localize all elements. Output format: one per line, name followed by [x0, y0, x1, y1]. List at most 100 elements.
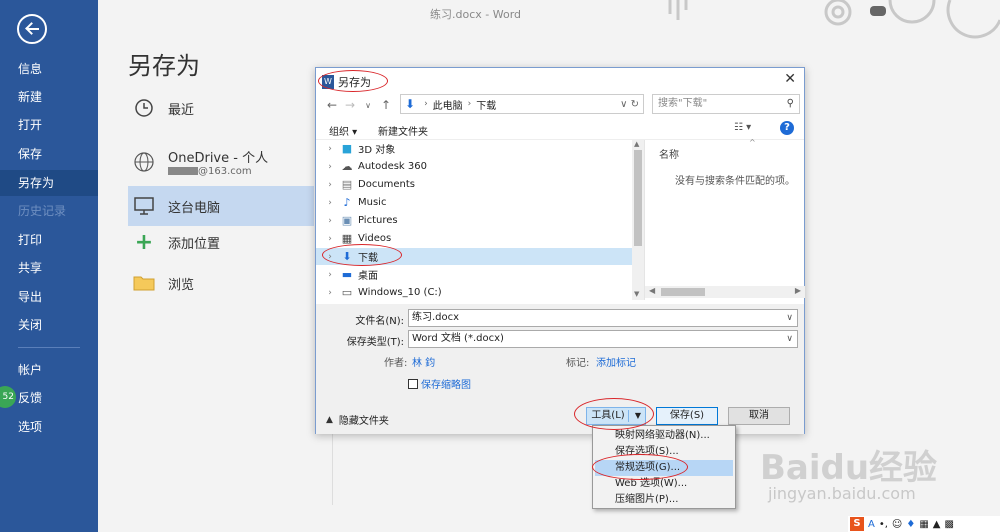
microphone-icon[interactable]: ♦ — [906, 519, 915, 530]
drive-icon: ▭ — [341, 286, 353, 299]
folder-tree: › ■ 3D 对象 › ☁ Autodesk 360 › ▤ Documents… — [316, 140, 644, 300]
sogou-icon[interactable]: S — [850, 517, 864, 531]
nav-item-share[interactable]: 共享 — [0, 255, 98, 281]
chevron-right-icon: › — [424, 99, 428, 109]
scroll-up-icon[interactable]: ▲ — [634, 140, 639, 148]
author-label: 作者: — [384, 358, 408, 369]
help-icon[interactable]: ? — [780, 121, 794, 135]
organize-button[interactable]: 组织 ▾ — [329, 123, 357, 138]
menu-item-compress-pictures[interactable]: 压缩图片(P)... — [595, 492, 733, 508]
nav-item-export[interactable]: 导出 — [0, 284, 98, 310]
nav-item-save-as[interactable]: 另存为 — [0, 170, 98, 196]
cancel-button[interactable]: 取消 — [728, 407, 790, 425]
baidu-watermark: Baidu经验 — [760, 448, 938, 488]
tree-item-3d-objects[interactable]: › ■ 3D 对象 — [316, 140, 632, 157]
forward-icon[interactable]: → — [342, 98, 358, 112]
filetype-value: Word 文档 (*.docx) — [412, 333, 504, 344]
menu-item-web-options[interactable]: Web 选项(W)... — [595, 476, 733, 492]
place-onedrive[interactable]: OneDrive - 个人 @163.com — [130, 142, 310, 182]
nav-item-info[interactable]: 信息 — [0, 56, 98, 82]
scrollbar-thumb[interactable] — [634, 150, 642, 246]
expand-icon[interactable]: › — [316, 288, 336, 298]
horizontal-scrollbar[interactable]: ◀ ▶ — [645, 286, 805, 298]
nav-item-close[interactable]: 关闭 — [0, 312, 98, 338]
watermark-url: jingyan.baidu.com — [768, 484, 916, 503]
expand-icon[interactable]: › — [316, 180, 336, 190]
place-recent[interactable]: 最近 — [130, 88, 310, 128]
up-icon[interactable]: ↑ — [378, 98, 394, 112]
tree-item-music[interactable]: › ♪ Music — [316, 194, 632, 211]
column-header-name[interactable]: 名称 — [659, 146, 679, 161]
search-input[interactable]: 搜索"下载" ⚲ — [652, 94, 800, 114]
tree-item-label: Windows_10 (C:) — [358, 287, 442, 298]
tree-item-drive-c[interactable]: › ▭ Windows_10 (C:) — [316, 284, 632, 301]
computer-icon — [130, 192, 158, 220]
place-browse[interactable]: 浏览 — [130, 263, 310, 303]
expand-icon[interactable]: › — [316, 234, 336, 244]
menu-item-map-drive[interactable]: 映射网络驱动器(N)... — [595, 428, 733, 444]
back-icon[interactable]: ← — [324, 98, 340, 112]
scroll-left-icon[interactable]: ◀ — [649, 286, 655, 295]
expand-icon[interactable]: › — [316, 162, 336, 172]
annotation-circle — [592, 454, 688, 480]
tree-item-documents[interactable]: › ▤ Documents — [316, 176, 632, 193]
tree-item-label: Autodesk 360 — [358, 161, 427, 172]
nav-divider — [18, 347, 80, 348]
expand-icon[interactable]: › — [316, 198, 336, 208]
music-icon: ♪ — [343, 196, 351, 209]
place-add-location[interactable]: + 添加位置 — [130, 222, 310, 262]
back-arrow-icon[interactable] — [17, 14, 47, 44]
window-title: 练习.docx - Word — [430, 8, 522, 21]
scroll-down-icon[interactable]: ▼ — [634, 290, 639, 298]
folder-icon — [130, 269, 158, 297]
refresh-icon[interactable]: ∨ ↻ — [620, 99, 639, 110]
breadcrumb-root[interactable]: 此电脑 — [433, 97, 463, 112]
new-folder-button[interactable]: 新建文件夹 — [378, 123, 428, 138]
punctuation-icon[interactable]: •, — [879, 519, 888, 530]
skin-icon[interactable]: ▲ — [933, 519, 941, 530]
author-value[interactable]: 林 鈞 — [412, 354, 435, 369]
expand-icon[interactable]: › — [316, 270, 336, 280]
place-this-pc[interactable]: 这台电脑 — [128, 186, 314, 226]
tree-item-label: Documents — [358, 179, 416, 190]
view-options-icon[interactable]: ☷ ▾ — [734, 122, 751, 133]
onedrive-email: @163.com — [168, 166, 268, 177]
save-thumbnail-option[interactable]: 保存缩略图 — [408, 376, 471, 391]
breadcrumb-current[interactable]: 下载 — [476, 97, 496, 112]
chevron-down-icon[interactable]: ∨ — [786, 331, 793, 347]
tree-item-autodesk[interactable]: › ☁ Autodesk 360 — [316, 158, 632, 175]
annotation-circle — [318, 70, 388, 92]
chevron-down-icon[interactable]: ∨ — [786, 310, 793, 326]
keyboard-icon[interactable]: ▦ — [919, 519, 928, 530]
tree-item-pictures[interactable]: › ▣ Pictures — [316, 212, 632, 229]
nav-item-new[interactable]: 新建 — [0, 84, 98, 110]
nav-item-save[interactable]: 保存 — [0, 141, 98, 167]
address-bar[interactable]: ⬇ › 此电脑 › 下载 ∨ ↻ — [400, 94, 644, 114]
expand-icon[interactable]: › — [316, 144, 336, 154]
close-icon[interactable]: ✕ — [784, 71, 796, 87]
save-button[interactable]: 保存(S) — [656, 407, 718, 425]
hide-folders-toggle[interactable]: ▲ 隐藏文件夹 — [326, 412, 389, 428]
nav-item-options[interactable]: 选项 — [0, 414, 98, 440]
emoji-icon[interactable]: ☺ — [892, 519, 902, 530]
clock-icon — [130, 94, 158, 122]
toolbox-icon[interactable]: ▩ — [944, 519, 953, 530]
save-thumbnail-checkbox[interactable] — [408, 378, 418, 389]
font-icon[interactable]: A — [868, 519, 875, 530]
expand-icon[interactable]: › — [316, 216, 336, 226]
recent-dropdown-icon[interactable]: ∨ — [360, 101, 376, 110]
filetype-select[interactable]: Word 文档 (*.docx) ∨ — [408, 330, 798, 348]
tree-scrollbar[interactable]: ▲ ▼ — [632, 140, 644, 300]
nav-item-open[interactable]: 打开 — [0, 112, 98, 138]
tree-item-desktop[interactable]: › ▬ 桌面 — [316, 266, 632, 283]
tags-label: 标记: — [566, 358, 590, 369]
filename-input[interactable]: 练习.docx ∨ — [408, 309, 798, 327]
nav-item-print[interactable]: 打印 — [0, 227, 98, 253]
chevron-right-icon: › — [467, 99, 472, 109]
desktop-icon: ▬ — [341, 268, 353, 281]
tags-value[interactable]: 添加标记 — [596, 354, 636, 369]
scroll-right-icon[interactable]: ▶ — [795, 286, 801, 295]
place-label: 添加位置 — [168, 236, 221, 252]
scrollbar-thumb[interactable] — [661, 288, 705, 296]
nav-item-account[interactable]: 帐户 — [0, 357, 98, 383]
